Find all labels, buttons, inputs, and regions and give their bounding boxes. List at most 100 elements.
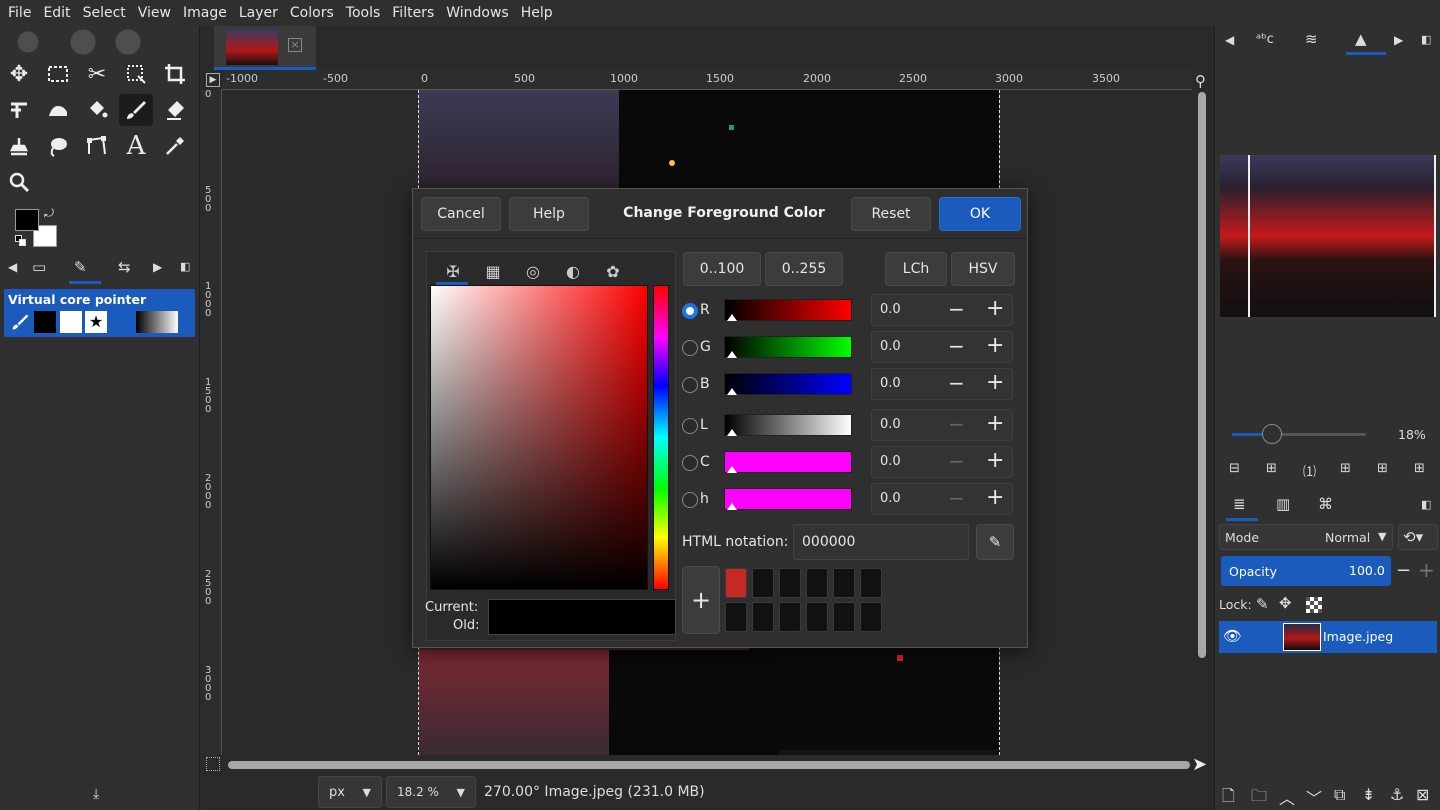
tab-brushes-icon[interactable]: ≋	[1305, 30, 1318, 48]
color-picker-button[interactable]: ✎	[976, 524, 1014, 560]
history-swatch[interactable]	[752, 568, 774, 598]
ruler-corner-icon[interactable]: ▶	[206, 73, 220, 87]
color-picker-icon[interactable]	[158, 130, 192, 162]
saturation-value-area[interactable]	[430, 285, 648, 590]
eraser-icon[interactable]	[158, 94, 192, 126]
value-r-text[interactable]: 0.0	[880, 302, 901, 317]
hsv-button[interactable]: HSV	[951, 252, 1015, 286]
minus-icon[interactable]: −	[948, 297, 965, 321]
radio-b[interactable]	[682, 377, 698, 393]
tab-scroll-left-icon[interactable]: ◀	[8, 260, 17, 274]
tab-fonts-icon[interactable]: ᵃᵇc	[1256, 32, 1274, 47]
menu-help[interactable]: Help	[515, 0, 559, 26]
navigation-preview[interactable]	[1220, 155, 1436, 317]
value-h-text[interactable]: 0.0	[880, 491, 901, 506]
history-swatch[interactable]	[833, 602, 855, 632]
zoom-out-icon[interactable]: ⊟	[1229, 461, 1240, 476]
radio-h[interactable]	[682, 492, 698, 508]
scissors-icon[interactable]: ✂	[80, 58, 114, 90]
help-button[interactable]: Help	[509, 197, 589, 231]
menu-view[interactable]: View	[132, 0, 177, 26]
minus-icon[interactable]: −	[948, 449, 965, 473]
plus-icon[interactable]: +	[986, 448, 1004, 473]
radio-l[interactable]	[682, 418, 698, 434]
raise-layer-icon[interactable]: ︿	[1279, 785, 1295, 809]
palette-selector-icon[interactable]: ✿	[601, 260, 625, 282]
lower-layer-icon[interactable]: ﹀	[1306, 785, 1322, 809]
tab-device-status-icon[interactable]: ▭	[32, 258, 46, 276]
history-swatch[interactable]	[860, 568, 882, 598]
slider-h[interactable]	[724, 488, 852, 510]
radio-g[interactable]	[682, 340, 698, 356]
plus-icon[interactable]: +	[986, 333, 1004, 358]
menu-colors[interactable]: Colors	[284, 0, 340, 26]
history-swatch[interactable]	[806, 568, 828, 598]
lock-alpha-icon[interactable]	[1306, 597, 1322, 613]
menu-windows[interactable]: Windows	[440, 0, 515, 26]
menu-edit[interactable]: Edit	[37, 0, 76, 26]
slider-b[interactable]	[724, 373, 852, 395]
html-notation-input[interactable]: 000000	[793, 524, 969, 560]
history-swatch[interactable]	[779, 568, 801, 598]
shrink-wrap-icon[interactable]: ⊞	[1414, 461, 1425, 476]
tab-menu-icon[interactable]: ◧	[180, 260, 190, 273]
minus-icon[interactable]: −	[948, 371, 965, 395]
tab-tool-options-icon[interactable]: ✎	[74, 258, 87, 276]
plus-icon[interactable]: +	[986, 296, 1004, 321]
swap-colors-icon[interactable]: ⤾	[44, 206, 54, 221]
tab-undo-history-icon[interactable]: ⇆	[118, 258, 131, 276]
range-0-100-button[interactable]: 0..100	[683, 252, 761, 286]
unit-select[interactable]: px ▼	[318, 776, 382, 808]
vertical-scrollbar[interactable]	[1198, 92, 1206, 658]
value-c-text[interactable]: 0.0	[880, 454, 901, 469]
quick-mask-icon[interactable]	[206, 757, 220, 771]
crop-icon[interactable]	[158, 58, 192, 90]
wheel-selector-icon[interactable]: ◐	[561, 260, 585, 282]
zoom-1-1-icon[interactable]: ⑴	[1303, 461, 1316, 480]
foreground-color-swatch[interactable]	[15, 209, 39, 231]
clone-icon[interactable]	[2, 130, 36, 162]
history-swatch[interactable]	[860, 602, 882, 632]
plus-icon[interactable]: +	[1418, 558, 1435, 582]
horizontal-scrollbar[interactable]	[228, 761, 1190, 769]
mode-select[interactable]: Mode Normal ▼	[1219, 524, 1393, 550]
lch-button[interactable]: LCh	[885, 252, 947, 286]
zoom-select[interactable]: 18.2 % ▼	[386, 776, 476, 808]
fuzzy-select-icon[interactable]	[119, 58, 153, 90]
opacity-slider[interactable]: Opacity 100.0	[1221, 556, 1391, 586]
warp-icon[interactable]	[2, 94, 36, 126]
minus-icon[interactable]: −	[948, 334, 965, 358]
new-layer-group-icon[interactable]: 🗀	[1251, 785, 1267, 810]
rect-select-icon[interactable]	[41, 58, 75, 90]
ok-button[interactable]: OK	[939, 197, 1021, 231]
tab-scroll-left-icon[interactable]: ◀	[1225, 33, 1234, 47]
cmyk-selector-icon[interactable]: ▦	[481, 260, 505, 282]
tab-menu-icon[interactable]: ◧	[1421, 33, 1431, 46]
menu-layer[interactable]: Layer	[233, 0, 284, 26]
image-tab[interactable]: ×	[214, 26, 316, 70]
radio-c[interactable]	[682, 455, 698, 471]
value-b-text[interactable]: 0.0	[880, 376, 901, 391]
add-to-history-button[interactable]: +	[682, 566, 720, 634]
plus-icon[interactable]: +	[986, 485, 1004, 510]
history-swatch[interactable]	[725, 602, 747, 632]
tab-channels-icon[interactable]: ▥	[1276, 495, 1290, 513]
tab-layers-icon[interactable]: ≣	[1233, 495, 1246, 513]
history-swatch[interactable]	[752, 602, 774, 632]
bucket-fill-icon[interactable]	[80, 94, 114, 126]
water-selector-icon[interactable]: ◎	[521, 260, 545, 282]
minus-icon[interactable]: −	[948, 486, 965, 510]
anchor-layer-icon[interactable]: ⚓	[1390, 785, 1404, 804]
value-g-text[interactable]: 0.0	[880, 339, 901, 354]
slider-l[interactable]	[724, 414, 852, 436]
close-tab-icon[interactable]: ×	[288, 38, 302, 52]
tab-scroll-right-icon[interactable]: ▶	[153, 260, 162, 274]
text-icon[interactable]: A	[119, 130, 153, 162]
minus-icon[interactable]: −	[1396, 560, 1411, 581]
menu-filters[interactable]: Filters	[386, 0, 440, 26]
smudge-icon[interactable]	[41, 94, 75, 126]
zoom-in-icon[interactable]: ⊞	[1266, 461, 1277, 476]
minus-icon[interactable]: −	[948, 412, 965, 436]
menu-tools[interactable]: Tools	[340, 0, 387, 26]
merge-layer-icon[interactable]: ⇟	[1362, 785, 1375, 804]
